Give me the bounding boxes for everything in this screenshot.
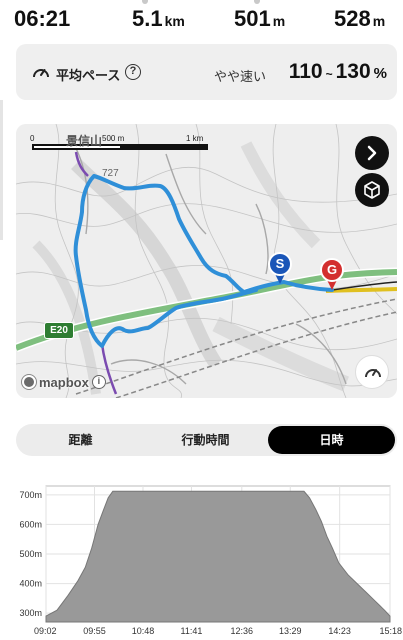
next-button[interactable] [355, 136, 389, 170]
x-tick-label: 14:23 [328, 626, 351, 636]
chart-axis-tabs: 距離 行動時間 日時 [16, 424, 397, 456]
stats-bar: 06:21 5.1 km 501 m 528 m [0, 0, 403, 36]
mapbox-logo-icon [22, 375, 36, 389]
pace-range: 110 ~130% [288, 60, 387, 83]
tab-moving-time[interactable]: 行動時間 [143, 426, 268, 454]
speedometer-icon [33, 69, 49, 78]
distance-stat: 5.1 km [132, 6, 185, 31]
tab-datetime[interactable]: 日時 [268, 426, 395, 454]
scroll-indicator [254, 0, 260, 4]
3d-view-button[interactable] [355, 173, 389, 207]
tab-distance[interactable]: 距離 [18, 426, 143, 454]
y-tick-label: 600m [19, 519, 42, 529]
descent-stat: 528 m [334, 6, 386, 31]
y-tick-label: 500m [19, 549, 42, 559]
y-tick-label: 400m [19, 579, 42, 589]
goal-marker-label: G [326, 262, 338, 277]
x-tick-label: 09:02 [34, 626, 57, 636]
scale-label-0: 0 [30, 134, 35, 143]
info-icon[interactable]: i [91, 375, 106, 389]
x-tick-label: 15:18 [379, 626, 402, 636]
elevation-chart: 300m 400m 500m 600m 700m 09:02 09:55 10:48 11:4… [19, 485, 402, 636]
help-icon[interactable]: ? [125, 64, 141, 80]
scale-label-1km: 1 km [186, 134, 204, 143]
gauge-icon [365, 369, 381, 378]
y-tick-label: 700m [19, 490, 42, 500]
start-marker-label: S [275, 256, 285, 271]
y-tick-label: 300m [19, 608, 42, 618]
cube-icon [364, 181, 380, 199]
mapbox-text: mapbox [39, 374, 89, 390]
page-edge [0, 100, 3, 240]
mapbox-attribution[interactable]: mapbox i [22, 373, 106, 391]
highway-sign: E20 [44, 322, 74, 339]
average-pace-card: 平均ペース ? やや速い 110 ~130% [16, 44, 397, 100]
scale-label-500: 500 m [102, 134, 125, 143]
scroll-indicator [142, 0, 148, 4]
x-tick-label: 11:41 [181, 626, 203, 636]
x-tick-label: 12:36 [231, 626, 254, 636]
place-label: 景信山 [66, 134, 103, 148]
elapsed-time: 06:21 [14, 6, 71, 31]
peak-elevation-label: 727 [102, 168, 119, 179]
terrain-map [16, 124, 397, 398]
pace-rating: やや速い [214, 69, 267, 84]
route-map[interactable]: 0 500 m 1 km 景信山 727 S G E20 mapbox i [16, 124, 397, 398]
pace-label: 平均ペース [56, 68, 121, 83]
chevron-right-icon [367, 145, 377, 161]
ascent-stat: 501 m [234, 6, 286, 31]
x-tick-label: 10:48 [132, 626, 155, 636]
x-tick-label: 09:55 [83, 626, 106, 636]
x-tick-label: 13:29 [279, 626, 302, 636]
speed-gauge-button[interactable] [355, 355, 389, 389]
